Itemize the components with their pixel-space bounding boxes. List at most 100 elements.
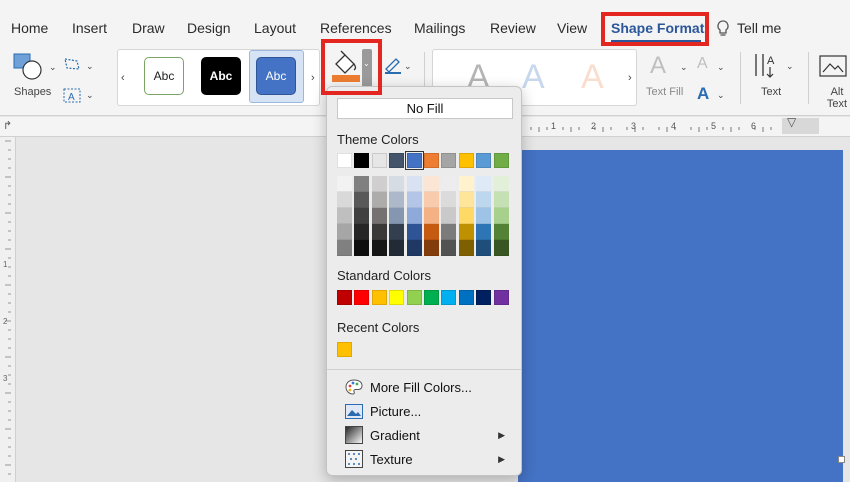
theme-shade-swatch[interactable] [441,208,457,224]
theme-shade-swatch[interactable] [423,192,439,208]
theme-shade-swatch[interactable] [337,224,352,240]
shape-style-dark[interactable]: Abc [201,57,241,95]
theme-shade-swatch[interactable] [493,224,509,240]
blue-rectangle-shape[interactable] [518,150,843,482]
tab-mailings[interactable]: Mailings [414,20,465,36]
theme-shade-swatch[interactable] [458,176,474,192]
theme-shade-swatch[interactable] [354,208,370,224]
edit-shape-icon[interactable] [63,57,81,71]
theme-shade-swatch[interactable] [423,208,439,224]
standard-color-swatch[interactable] [476,290,492,305]
standard-color-swatch[interactable] [337,290,352,305]
text-fill-icon[interactable]: A [650,52,666,80]
alt-text-label[interactable]: Alt Text [825,86,849,110]
theme-color-swatch[interactable] [423,153,439,168]
theme-shade-swatch[interactable] [354,240,370,256]
theme-shade-swatch[interactable] [441,240,457,256]
theme-shade-swatch[interactable] [406,176,422,192]
text-chevron-icon[interactable]: ⌄ [786,61,794,72]
standard-color-swatch[interactable] [423,290,439,305]
standard-color-swatch[interactable] [493,290,509,305]
theme-shade-swatch[interactable] [441,192,457,208]
theme-shade-swatch[interactable] [389,192,405,208]
theme-shade-swatch[interactable] [337,176,352,192]
theme-shade-swatch[interactable] [371,240,387,256]
shape-style-blue[interactable]: Abc [256,57,296,95]
theme-color-swatch[interactable] [493,153,509,168]
theme-shade-swatch[interactable] [371,208,387,224]
gallery-prev-icon[interactable]: ‹ [121,72,125,84]
theme-shade-swatch[interactable] [458,192,474,208]
theme-color-swatch[interactable] [441,153,457,168]
shape-resize-handle[interactable] [838,456,845,463]
tab-insert[interactable]: Insert [72,20,107,36]
text-outline-icon[interactable]: A [697,55,708,73]
theme-shade-swatch[interactable] [337,192,352,208]
theme-shade-swatch[interactable] [441,224,457,240]
tab-draw[interactable]: Draw [132,20,165,36]
theme-shade-swatch[interactable] [423,176,439,192]
standard-color-swatch[interactable] [458,290,474,305]
text-direction-icon[interactable]: A [752,50,782,82]
tab-references[interactable]: References [320,20,392,36]
theme-shade-swatch[interactable] [476,176,492,192]
text-box-icon[interactable]: A [63,88,81,104]
theme-shade-swatch[interactable] [493,240,509,256]
shape-style-outline[interactable]: Abc [144,57,184,95]
theme-color-swatch[interactable] [476,153,492,168]
tab-view[interactable]: View [557,20,587,36]
theme-shade-swatch[interactable] [458,240,474,256]
picture-fill-item[interactable]: Picture... [345,400,515,422]
tab-review[interactable]: Review [490,20,536,36]
tab-design[interactable]: Design [187,20,231,36]
shape-outline-icon[interactable] [383,55,403,75]
alt-text-icon[interactable] [819,55,847,79]
gradient-fill-item[interactable]: Gradient ▶ [345,424,515,446]
theme-shade-swatch[interactable] [371,192,387,208]
standard-color-swatch[interactable] [441,290,457,305]
tab-stop-icon[interactable]: ↱ [3,119,12,132]
theme-shade-swatch[interactable] [371,176,387,192]
gallery-next-icon[interactable]: › [311,72,315,84]
theme-shade-swatch[interactable] [354,176,370,192]
standard-color-swatch[interactable] [354,290,370,305]
theme-color-swatch[interactable] [389,153,405,168]
tab-layout[interactable]: Layout [254,20,296,36]
theme-shade-swatch[interactable] [493,208,509,224]
outline-chevron-icon[interactable]: ⌄ [404,61,412,72]
theme-shade-swatch[interactable] [406,224,422,240]
wordart-style-blue[interactable]: A [522,58,545,97]
text-effects-chevron-icon[interactable]: ⌄ [717,90,725,101]
theme-color-swatch[interactable] [404,151,424,170]
theme-color-swatch[interactable] [371,153,387,168]
wordart-style-orange[interactable]: A [581,58,604,97]
ruler-indent-marker[interactable]: ▽ [787,115,796,129]
theme-shade-swatch[interactable] [389,208,405,224]
edit-shape-chevron-icon[interactable]: ⌄ [86,61,94,72]
theme-shade-swatch[interactable] [371,224,387,240]
theme-shade-swatch[interactable] [458,208,474,224]
theme-shade-swatch[interactable] [493,192,509,208]
shapes-icon[interactable] [12,52,44,82]
theme-shade-swatch[interactable] [354,224,370,240]
theme-shade-swatch[interactable] [493,176,509,192]
shapes-chevron-icon[interactable]: ⌄ [49,62,57,73]
theme-color-swatch[interactable] [458,153,474,168]
theme-shade-swatch[interactable] [458,224,474,240]
standard-color-swatch[interactable] [389,290,405,305]
texture-fill-item[interactable]: Texture ▶ [345,448,515,470]
theme-color-swatch[interactable] [337,153,352,168]
theme-shade-swatch[interactable] [406,240,422,256]
text-effects-icon[interactable]: A [697,84,709,104]
theme-shade-swatch[interactable] [337,208,352,224]
text-outline-chevron-icon[interactable]: ⌄ [717,62,725,73]
text-fill-chevron-icon[interactable]: ⌄ [680,62,688,73]
no-fill-button[interactable]: No Fill [337,98,513,119]
theme-shade-swatch[interactable] [389,240,405,256]
theme-shade-swatch[interactable] [337,240,352,256]
theme-shade-swatch[interactable] [389,224,405,240]
standard-color-swatch[interactable] [406,290,422,305]
theme-shade-swatch[interactable] [476,224,492,240]
theme-shade-swatch[interactable] [423,224,439,240]
text-box-chevron-icon[interactable]: ⌄ [86,90,94,101]
